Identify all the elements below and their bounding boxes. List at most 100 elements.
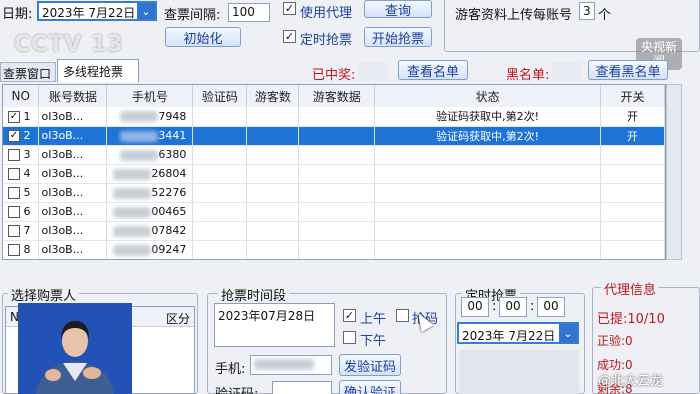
grab-code-checkbox[interactable] [396, 309, 409, 322]
row-checkbox[interactable] [8, 149, 20, 161]
row-checkbox[interactable] [8, 206, 20, 218]
buyer-legend: 选择购票人 [8, 285, 80, 304]
verified-count: 正验:0 [597, 334, 633, 348]
view-list-button[interactable]: 查看名单 [398, 60, 468, 80]
col-account[interactable]: 账号数据 [38, 85, 108, 107]
second-input[interactable]: 00 [537, 297, 565, 317]
use-proxy-label: 使用代理 [300, 6, 353, 21]
timed-checkbox[interactable]: ✓ [283, 30, 296, 43]
interval-input[interactable]: 100 [228, 3, 270, 22]
row-visitors [246, 126, 300, 146]
row-checkbox[interactable] [8, 244, 20, 256]
row-account: oI3oB... [38, 221, 108, 241]
row-visitors [246, 183, 300, 203]
am-checkbox[interactable]: ✓ [343, 309, 356, 322]
table-row[interactable]: ✓ 1 oI3oB... 7948 验证码获取中,第2次! 开 [3, 107, 665, 127]
pm-label: 下午 [360, 334, 387, 349]
col-phone[interactable]: 手机号 [106, 85, 194, 107]
chevron-down-icon[interactable]: ⌄ [137, 3, 155, 19]
col-no[interactable]: NO [3, 85, 40, 107]
row-no: 7 [23, 224, 31, 237]
app-window: 日期: 2023年 7月22日 ⌄ 查票间隔: 100 ✓ 使用代理 查询 初始… [0, 0, 700, 394]
row-switch[interactable]: 开 [600, 126, 665, 146]
table-row[interactable]: 5 oI3oB... 52276 [3, 183, 665, 203]
row-status: 验证码获取中,第2次! [374, 107, 602, 127]
table-row[interactable]: 6 oI3oB... 00465 [3, 202, 665, 222]
row-checkbox[interactable] [8, 168, 20, 180]
row-checkbox[interactable]: ✓ [8, 130, 20, 142]
phone-mask [113, 168, 152, 180]
timed-date-picker[interactable]: 2023年 7月22日 ⌄ [457, 322, 579, 344]
row-checkbox[interactable] [8, 187, 20, 199]
row-switch[interactable] [600, 145, 665, 165]
view-blacklist-button[interactable]: 查看黑名单 [588, 60, 668, 80]
proxy-info-legend: 代理信息 [601, 279, 660, 298]
won-label: 已中奖: [312, 68, 356, 83]
row-status [374, 221, 602, 241]
row-switch[interactable] [600, 164, 665, 184]
table-scrollbar[interactable] [666, 84, 682, 260]
row-code [192, 240, 248, 259]
upload-count-input[interactable]: 3 [579, 2, 595, 20]
row-no: 4 [23, 167, 31, 180]
col-visitors[interactable]: 游客数 [246, 85, 300, 107]
row-visitor-data [298, 221, 376, 241]
query-button[interactable]: 查询 [364, 0, 432, 19]
col-switch[interactable]: 开关 [600, 85, 665, 107]
chevron-down-icon[interactable]: ⌄ [559, 324, 577, 342]
time-separator: : [530, 299, 535, 314]
row-visitors [246, 240, 300, 259]
row-switch[interactable] [600, 221, 665, 241]
hour-input[interactable]: 00 [461, 297, 489, 317]
table-row[interactable]: 7 oI3oB... 07842 [3, 221, 665, 241]
row-status [374, 183, 602, 203]
phone-mask [113, 187, 152, 199]
minute-input[interactable]: 00 [499, 297, 527, 317]
table-header: NO 账号数据 手机号 验证码 游客数 游客数据 状态 开关 [3, 85, 665, 107]
row-switch[interactable] [600, 183, 665, 203]
row-code [192, 221, 248, 241]
table-row[interactable]: 4 oI3oB... 26804 [3, 164, 665, 184]
grab-date-input[interactable]: 2023年07月28日 [214, 303, 335, 347]
confirm-code-button[interactable]: 确认验证 [339, 380, 401, 394]
start-grab-button[interactable]: 开始抢票 [364, 27, 432, 47]
row-checkbox[interactable] [8, 225, 20, 237]
row-account: oI3oB... [38, 145, 108, 165]
row-visitor-data [298, 183, 376, 203]
row-visitor-data [298, 145, 376, 165]
row-status [374, 145, 602, 165]
phone-mask [113, 206, 152, 218]
use-proxy-checkbox[interactable]: ✓ [283, 2, 296, 15]
phone-mask [113, 225, 152, 237]
tab-query-window[interactable]: 查票窗口 [0, 62, 56, 82]
code-input[interactable] [272, 381, 332, 394]
row-switch[interactable]: 开 [600, 107, 665, 127]
row-account: oI3oB... [38, 240, 108, 259]
date-picker[interactable]: 2023年 7月22日 ⌄ [37, 1, 157, 21]
row-visitor-data [298, 107, 376, 127]
row-checkbox[interactable]: ✓ [8, 110, 20, 123]
phone-mask [113, 244, 152, 256]
date-value: 2023年 7月22日 [42, 6, 136, 20]
row-switch[interactable] [600, 202, 665, 222]
send-code-button[interactable]: 发验证码 [339, 354, 401, 376]
phone-label: 手机: [215, 362, 246, 377]
buyer-col-area[interactable]: 区分 [166, 310, 190, 327]
table-row[interactable]: 3 oI3oB... 6380 [3, 145, 665, 165]
row-switch[interactable] [600, 240, 665, 259]
col-status[interactable]: 状态 [374, 85, 602, 107]
pm-checkbox[interactable] [343, 331, 356, 344]
col-code[interactable]: 验证码 [192, 85, 248, 107]
init-button[interactable]: 初始化 [165, 27, 241, 47]
row-phone: 6380 [158, 148, 187, 161]
tab-multithread[interactable]: 多线程抢票 [57, 59, 139, 82]
col-visitor-data[interactable]: 游客数据 [298, 85, 376, 107]
table-row[interactable]: 8 oI3oB... 09247 [3, 240, 665, 259]
table-row[interactable]: ✓ 2 oI3oB... 3441 验证码获取中,第2次! 开 [3, 126, 665, 146]
row-code [192, 145, 248, 165]
phone-input[interactable] [250, 355, 332, 375]
row-visitors [246, 202, 300, 222]
row-no: 6 [23, 205, 31, 218]
row-visitors [246, 164, 300, 184]
row-no: 8 [23, 243, 31, 256]
